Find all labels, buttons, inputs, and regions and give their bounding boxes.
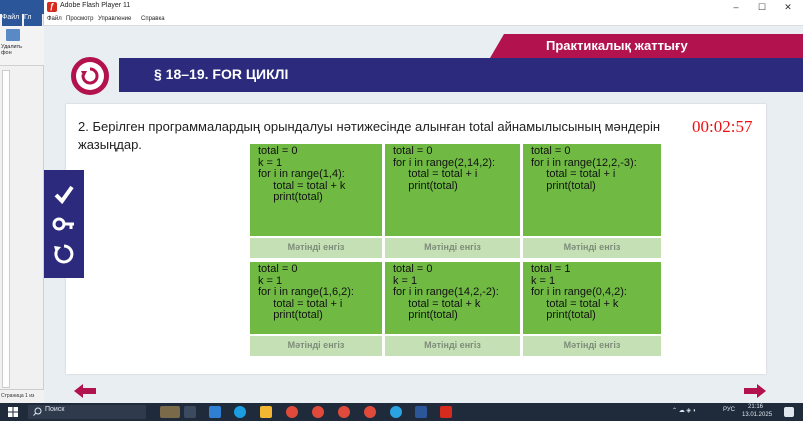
start-icon[interactable]	[8, 407, 18, 417]
answer-input-1[interactable]: Мәтінді енгіз	[250, 238, 382, 258]
menu-control[interactable]: Управление	[98, 16, 131, 22]
host-tab-home[interactable]: Гл	[24, 14, 42, 26]
host-window: Файл Гл Удалить фон Страница 1 из	[0, 0, 44, 403]
menu-bar: Файл Просмотр Управление Справка	[44, 14, 803, 26]
remove-background-label[interactable]: Удалить фон	[1, 44, 31, 56]
menu-view[interactable]: Просмотр	[66, 16, 93, 22]
taskbar-widget-icon[interactable]	[160, 406, 180, 418]
code-cell-1: total = 0 k = 1 for i in range(1,4): tot…	[250, 144, 382, 236]
answer-input-2[interactable]: Мәтінді енгіз	[385, 238, 520, 258]
remove-background-icon[interactable]	[6, 29, 20, 41]
taskbar-search-label: Поиск	[45, 406, 65, 413]
answer-input-6[interactable]: Мәтінді енгіз	[523, 336, 661, 356]
side-tool-panel	[44, 170, 84, 278]
chrome-icon-2[interactable]	[312, 406, 324, 418]
chapter-title: § 18–19. FOR ЦИКЛІ	[154, 66, 289, 82]
input-language[interactable]: РУС	[723, 407, 735, 413]
code-cell-6: total = 1 k = 1 for i in range(0,4,2): t…	[523, 262, 661, 334]
window-titlebar: ƒ Adobe Flash Player 11 – ☐ ✕	[44, 0, 803, 14]
telegram-icon[interactable]	[390, 406, 402, 418]
host-titlebar	[0, 0, 44, 14]
file-explorer-icon[interactable]	[260, 406, 272, 418]
app-icon-1[interactable]	[209, 406, 221, 418]
reset-icon[interactable]	[52, 242, 76, 266]
practice-banner-label: Практикалық жаттығу	[546, 38, 688, 53]
minimize-button[interactable]: –	[723, 0, 749, 14]
key-icon[interactable]	[52, 212, 76, 236]
search-icon	[33, 407, 42, 416]
word-icon[interactable]	[415, 406, 427, 418]
check-icon[interactable]	[52, 182, 76, 206]
code-cell-2: total = 0 for i in range(2,14,2): total …	[385, 144, 520, 236]
host-ribbon: Удалить фон	[0, 26, 44, 66]
host-status-bar: Страница 1 из	[0, 389, 44, 403]
menu-help[interactable]: Справка	[141, 16, 165, 22]
edge-icon[interactable]	[234, 406, 246, 418]
maximize-button[interactable]: ☐	[749, 0, 775, 14]
chrome-icon-3[interactable]	[338, 406, 350, 418]
close-button[interactable]: ✕	[775, 0, 801, 14]
task-view-icon[interactable]	[184, 406, 196, 418]
flash-player-window: ƒ Adobe Flash Player 11 – ☐ ✕ Файл Просм…	[44, 0, 803, 403]
answer-input-5[interactable]: Мәтінді енгіз	[385, 336, 520, 356]
notification-icon[interactable]	[784, 407, 794, 417]
answer-input-4[interactable]: Мәтінді енгіз	[250, 336, 382, 356]
chrome-icon-4[interactable]	[364, 406, 376, 418]
code-cell-5: total = 0 k = 1 for i in range(14,2,-2):…	[385, 262, 520, 334]
host-vertical-ruler	[2, 70, 10, 388]
next-arrow-icon[interactable]	[744, 384, 766, 398]
previous-arrow-icon[interactable]	[74, 384, 96, 398]
clock-date[interactable]: 13.01.2025	[742, 412, 772, 418]
tray-icons[interactable]: ⌃ ☁ ◈ ◗	[672, 407, 696, 414]
host-tab-file[interactable]: Файл	[2, 14, 22, 26]
chrome-icon-1[interactable]	[286, 406, 298, 418]
flash-player-icon[interactable]	[440, 406, 452, 418]
answer-input-3[interactable]: Мәтінді енгіз	[523, 238, 661, 258]
loop-icon	[81, 67, 99, 85]
menu-file[interactable]: Файл	[47, 16, 62, 22]
code-cell-4: total = 0 k = 1 for i in range(1,6,2): t…	[250, 262, 382, 334]
clock-time[interactable]: 21:16	[748, 404, 763, 410]
flash-app-icon: ƒ	[47, 2, 57, 12]
window-title: Adobe Flash Player 11	[60, 2, 131, 9]
countdown-timer: 00:02:57	[692, 117, 753, 136]
code-cell-3: total = 0 for i in range(12,2,-3): total…	[523, 144, 661, 236]
